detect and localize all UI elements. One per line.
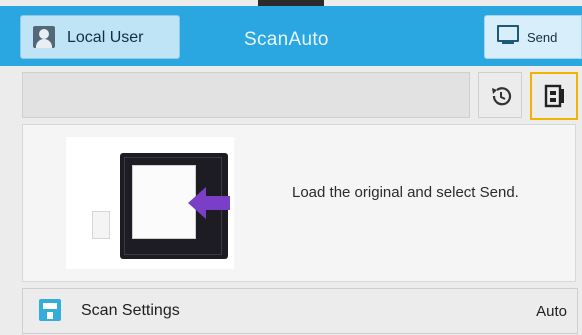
job-status-button[interactable] xyxy=(530,72,578,120)
job-status-icon xyxy=(544,84,564,108)
header-bar: Local User ScanAuto Send xyxy=(0,6,582,66)
local-user-label: Local User xyxy=(67,29,144,46)
load-original-illustration xyxy=(66,137,234,269)
scan-settings-button[interactable]: Scan Settings Auto xyxy=(22,288,578,334)
scanner-settings-icon xyxy=(39,299,61,321)
scan-settings-value: Auto xyxy=(536,303,567,320)
history-button[interactable] xyxy=(478,72,522,118)
scan-settings-label: Scan Settings xyxy=(81,302,180,319)
local-user-button[interactable]: Local User xyxy=(20,15,180,59)
instruction-text: Load the original and select Send. xyxy=(292,184,519,201)
monitor-icon xyxy=(497,25,519,42)
history-icon xyxy=(492,87,512,106)
monitor-stand xyxy=(502,42,514,44)
user-icon xyxy=(33,26,55,48)
arrow-left-icon xyxy=(188,187,230,219)
paper-tray-graphic xyxy=(92,211,110,239)
send-button[interactable]: Send xyxy=(484,15,582,59)
app-title: ScanAuto xyxy=(244,29,329,50)
send-label: Send xyxy=(527,30,558,45)
destination-bar[interactable] xyxy=(22,72,470,118)
